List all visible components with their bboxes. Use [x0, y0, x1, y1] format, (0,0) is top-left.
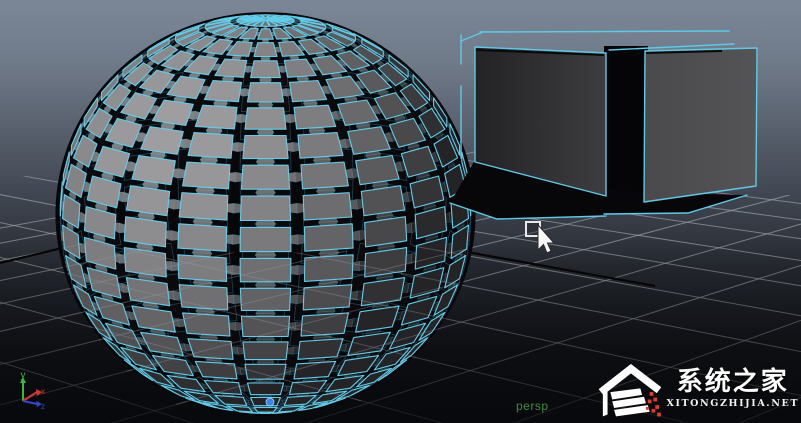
- watermark-title: 系统之家: [676, 367, 789, 397]
- viewport-3d[interactable]: y xz persp 系统之家 XITONGZHIJIA.NET: [0, 0, 801, 423]
- svg-text:x: x: [41, 387, 45, 396]
- house-wall: [603, 388, 609, 417]
- svg-text:z: z: [41, 402, 45, 411]
- scene-canvas[interactable]: y xz: [0, 0, 801, 423]
- sphere-pivot-dot: [265, 397, 275, 407]
- watermark-house-icon: [599, 364, 662, 417]
- poly-sphere-object[interactable]: [55, 12, 476, 416]
- poly-cube-object[interactable]: [449, 30, 758, 220]
- camera-label: persp: [516, 399, 549, 413]
- watermark: 系统之家 XITONGZHIJIA.NET: [596, 364, 799, 422]
- watermark-domain: XITONGZHIJIA.NET: [666, 397, 799, 409]
- accent-pixels: [646, 392, 662, 417]
- house-roof: [599, 364, 662, 396]
- svg-text:y: y: [21, 370, 26, 381]
